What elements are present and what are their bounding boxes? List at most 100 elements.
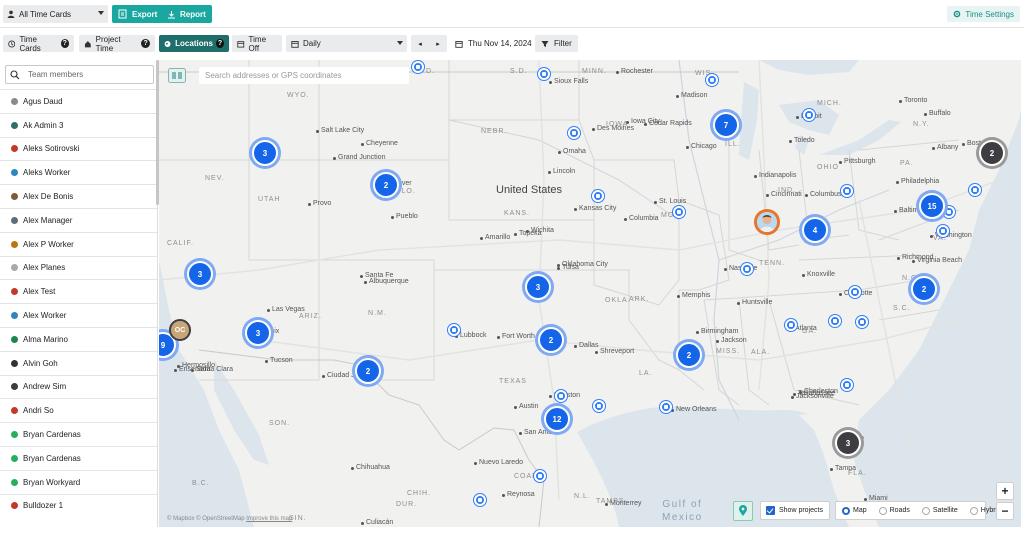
show-projects-checkbox[interactable] <box>766 506 775 515</box>
project-pin[interactable] <box>937 225 949 237</box>
project-pin[interactable] <box>660 401 672 413</box>
osm-attribution-link[interactable]: © OpenStreetMap <box>196 516 244 522</box>
list-item[interactable]: Alma Marino <box>0 326 157 351</box>
zoom-out-button[interactable]: − <box>996 502 1014 520</box>
tab-time-cards[interactable]: Time Cards ? <box>3 35 74 53</box>
project-pin[interactable] <box>474 494 486 506</box>
project-pin[interactable] <box>803 109 815 121</box>
map-type-roads-radio[interactable] <box>878 506 887 515</box>
filter-button[interactable]: Filter <box>535 35 578 52</box>
city-label: Sioux Falls <box>554 78 589 85</box>
list-item[interactable]: Andrew Sim <box>0 374 157 399</box>
project-pin[interactable] <box>849 286 861 298</box>
location-cluster[interactable]: 3 <box>187 261 213 287</box>
list-item[interactable]: Bulldozer 1 <box>0 493 157 518</box>
help-icon[interactable]: ? <box>215 39 224 48</box>
previous-day-icon[interactable]: ◂ <box>418 40 422 48</box>
location-cluster[interactable]: 7 <box>713 112 739 138</box>
project-pin[interactable] <box>841 379 853 391</box>
zoom-in-button[interactable]: + <box>996 482 1014 500</box>
location-cluster[interactable]: 2 <box>538 327 564 353</box>
mapbox-attribution-link[interactable]: © Mapbox <box>167 516 194 522</box>
location-cluster[interactable]: 2 <box>911 276 937 302</box>
project-pin[interactable] <box>969 184 981 196</box>
time-settings-button[interactable]: Time Settings <box>947 6 1020 22</box>
my-location-button[interactable] <box>733 501 753 521</box>
address-search-field[interactable] <box>199 67 409 84</box>
map-type-map-radio[interactable] <box>842 506 850 515</box>
avatar <box>11 97 18 105</box>
project-pin[interactable] <box>829 315 841 327</box>
project-pin[interactable] <box>856 316 868 328</box>
map-type-satellite[interactable]: Satellite <box>916 506 958 515</box>
list-item[interactable]: Alex Worker <box>0 303 157 327</box>
improve-map-link[interactable]: Improve this map <box>246 516 292 522</box>
location-cluster[interactable]: 4 <box>802 217 828 243</box>
location-cluster[interactable]: 3 <box>835 430 861 456</box>
list-item[interactable]: Alex P Worker <box>0 231 157 256</box>
team-members-search-input[interactable] <box>28 70 148 79</box>
project-pin[interactable] <box>448 324 460 336</box>
project-pin[interactable] <box>534 470 546 482</box>
period-select[interactable]: Daily <box>286 35 407 52</box>
list-item[interactable]: Bryan Cardenas <box>0 422 157 446</box>
list-item[interactable]: Ak Admin 3 <box>0 112 157 137</box>
list-item[interactable]: Agus Daud <box>0 89 157 113</box>
list-item[interactable]: Andri So <box>0 398 157 422</box>
list-item[interactable]: Aleks Sotirovski <box>0 136 157 161</box>
time-card-scope-select[interactable]: All Time Cards <box>3 5 108 23</box>
city-dot <box>899 100 902 103</box>
location-cluster[interactable]: 2 <box>676 342 702 368</box>
project-pin[interactable] <box>555 390 567 402</box>
export-button[interactable]: Export <box>112 5 164 23</box>
project-pin[interactable] <box>592 190 604 202</box>
map-type-roads[interactable]: Roads <box>873 506 910 515</box>
project-pin[interactable] <box>673 206 685 218</box>
tab-locations[interactable]: Locations ? <box>159 35 229 52</box>
country-label: United States <box>496 184 563 196</box>
date-picker[interactable]: Thu Nov 14, 2024 <box>455 35 532 52</box>
map-type-map[interactable]: Map <box>836 506 867 515</box>
map-type-hybrid-radio[interactable] <box>969 506 978 515</box>
project-pin[interactable] <box>741 263 753 275</box>
project-pin[interactable] <box>412 61 424 73</box>
show-projects-toggle[interactable]: Show projects <box>760 501 830 520</box>
list-item[interactable]: Aleks Worker <box>0 160 157 184</box>
location-cluster[interactable]: 2 <box>373 172 399 198</box>
location-cluster[interactable]: 3 <box>245 320 271 346</box>
project-pin[interactable] <box>706 74 718 86</box>
project-pin[interactable] <box>785 319 797 331</box>
avatar <box>11 121 18 129</box>
locations-map[interactable]: United States Gulf of Mexico Sioux Falls… <box>159 60 1021 527</box>
location-cluster[interactable]: 15 <box>919 193 945 219</box>
project-pin[interactable] <box>841 185 853 197</box>
next-day-icon[interactable]: ▸ <box>436 40 440 48</box>
location-cluster[interactable]: 3 <box>525 274 551 300</box>
current-date-label: Thu Nov 14, 2024 <box>468 39 532 48</box>
map-type-satellite-radio[interactable] <box>921 506 930 515</box>
project-pin[interactable] <box>593 400 605 412</box>
help-icon[interactable]: ? <box>60 39 69 48</box>
tab-time-off[interactable]: Time Off <box>232 35 282 53</box>
location-cluster[interactable]: 2 <box>979 140 1005 166</box>
list-item[interactable]: Alex De Bonis <box>0 184 157 208</box>
location-cluster[interactable]: 3 <box>252 140 278 166</box>
report-button[interactable]: Report <box>161 5 212 23</box>
map-layers-icon[interactable] <box>168 68 186 83</box>
location-cluster[interactable]: 2 <box>355 358 381 384</box>
tab-project-time[interactable]: Project Time ? <box>79 35 155 53</box>
list-item[interactable]: Alex Test <box>0 279 157 303</box>
help-icon[interactable]: ? <box>141 39 150 48</box>
list-item[interactable]: Bryan Cardenas <box>0 445 157 470</box>
project-pin[interactable] <box>568 127 580 139</box>
worker-avatar-marker[interactable] <box>754 209 780 235</box>
list-item[interactable]: Alvin Goh <box>0 350 157 375</box>
worker-initials-marker[interactable]: OC <box>169 319 191 341</box>
list-item[interactable]: Alex Manager <box>0 207 157 232</box>
location-cluster[interactable]: 12 <box>544 406 570 432</box>
list-item[interactable]: Alex Planes <box>0 255 157 280</box>
address-search-input[interactable] <box>205 71 405 80</box>
team-members-search[interactable] <box>5 65 154 84</box>
project-pin[interactable] <box>538 68 550 80</box>
list-item[interactable]: Bryan Workyard <box>0 469 157 494</box>
